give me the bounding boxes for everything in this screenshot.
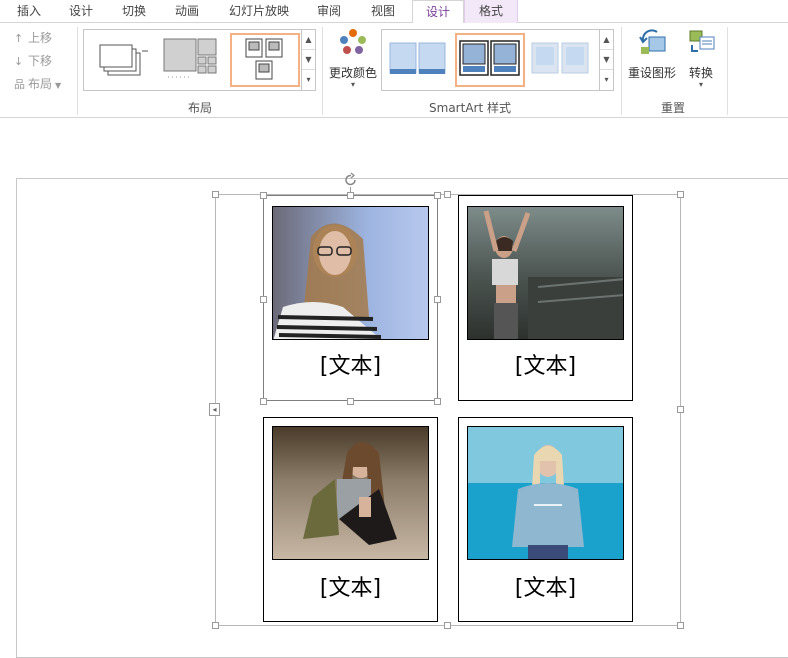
- smartart-card-4[interactable]: [文本]: [458, 417, 633, 622]
- card-1-text[interactable]: [文本]: [264, 348, 437, 380]
- slide-canvas: ◂ [文本] [文本] [文本] [文本]: [0, 119, 788, 658]
- layout-stacked-icon: [99, 44, 148, 76]
- tab-insert[interactable]: 插入: [6, 0, 52, 23]
- resize-handle[interactable]: [347, 398, 354, 405]
- smartart-styles-gallery: ▲ ▼ ▾: [381, 29, 614, 91]
- tab-view[interactable]: 视图: [360, 0, 406, 23]
- dropdown-arrow-icon: ▾: [350, 80, 355, 89]
- layout-dropdown-label: 布局: [28, 77, 53, 91]
- resize-handle[interactable]: [212, 622, 219, 629]
- card-3-text[interactable]: [文本]: [264, 570, 437, 602]
- layout-gallery-scroll: ▲ ▼ ▾: [301, 30, 315, 90]
- resize-handle[interactable]: [434, 192, 441, 199]
- reset-group-label: 重置: [660, 101, 685, 115]
- gallery-up-button[interactable]: ▲: [302, 30, 315, 50]
- resize-handle[interactable]: [260, 296, 267, 303]
- group-separator: [322, 27, 323, 115]
- layout-gallery: ▲ ▼ ▾: [83, 29, 316, 91]
- resize-handle[interactable]: [677, 191, 684, 198]
- move-down-label: 下移: [28, 54, 53, 68]
- convert-icon: [689, 30, 715, 52]
- resize-handle[interactable]: [444, 191, 451, 198]
- resize-handle[interactable]: [444, 622, 451, 629]
- tab-review[interactable]: 审阅: [306, 0, 352, 23]
- move-down-button[interactable]: ↓ 下移: [14, 52, 52, 70]
- smartart-card-3[interactable]: [文本]: [263, 417, 438, 622]
- dropdown-arrow-icon: ▼: [55, 81, 62, 90]
- dropdown-arrow-icon: ▾: [698, 80, 703, 89]
- tab-smartart-format[interactable]: 格式: [464, 0, 518, 23]
- resize-handle[interactable]: [677, 622, 684, 629]
- group-separator: [77, 27, 78, 115]
- smartart-card-2[interactable]: [文本]: [458, 195, 633, 401]
- styles-gallery-scroll: ▲ ▼ ▾: [599, 30, 613, 90]
- org-chart-icon: 品: [14, 78, 25, 91]
- gallery-more-button[interactable]: ▾: [302, 70, 315, 90]
- style-preview-soft-icon: [531, 42, 589, 74]
- photo-placeholder-4: [468, 427, 623, 559]
- style-preview-flat-icon: [389, 42, 446, 74]
- tab-animations[interactable]: 动画: [164, 0, 210, 23]
- layout-picture-grid-icon: [245, 38, 283, 80]
- group-separator: [621, 27, 622, 115]
- gallery-down-button[interactable]: ▼: [302, 50, 315, 70]
- ribbon: ↑ 上移 ↓ 下移 品布局 ▼ ▲ ▼ ▾ 布局 更改颜色 ▾ ▲ ▼ ▾ Sm…: [0, 23, 788, 118]
- layouts-group-label: 布局: [187, 101, 212, 115]
- move-up-button[interactable]: ↑ 上移: [14, 29, 52, 47]
- photo-placeholder-1: [273, 207, 428, 339]
- style-preview-dark-icon: [459, 40, 520, 76]
- card-4-text[interactable]: [文本]: [459, 570, 632, 602]
- card-2-text[interactable]: [文本]: [459, 348, 632, 380]
- photo-placeholder-3: [273, 427, 428, 559]
- resize-handle[interactable]: [212, 191, 219, 198]
- woman-with-glasses-photo[interactable]: [272, 206, 429, 340]
- convert-label: 转换: [688, 66, 713, 80]
- reset-graphic-label: 重设图形: [627, 66, 676, 80]
- style-option-2[interactable]: [455, 33, 525, 87]
- change-colors-label: 更改颜色: [328, 66, 377, 80]
- convert-button[interactable]: 转换 ▾: [682, 27, 720, 89]
- styles-group-label: SmartArt 样式: [429, 101, 511, 115]
- ribbon-tab-bar: 插入 设计 切换 动画 幻灯片放映 审阅 视图 设计 格式: [0, 0, 788, 24]
- gallery-down-button[interactable]: ▼: [600, 50, 613, 70]
- resize-handle[interactable]: [260, 398, 267, 405]
- resize-handle[interactable]: [347, 192, 354, 199]
- photo-placeholder-2: [468, 207, 623, 339]
- tab-transitions[interactable]: 切换: [111, 0, 157, 23]
- layout-option-picture-grid[interactable]: [230, 33, 300, 87]
- tab-smartart-design[interactable]: 设计: [412, 0, 464, 24]
- reset-graphic-icon: [639, 29, 666, 54]
- arrow-up-icon: ↑: [14, 32, 24, 45]
- color-palette-icon: [340, 29, 366, 54]
- style-option-3[interactable]: [528, 33, 598, 87]
- smartart-card-1[interactable]: [文本]: [263, 195, 438, 401]
- tab-design[interactable]: 设计: [58, 0, 104, 23]
- layout-option-stacked[interactable]: [90, 33, 160, 87]
- group-separator: [727, 27, 728, 115]
- resize-handle[interactable]: [677, 406, 684, 413]
- style-option-1[interactable]: [384, 33, 450, 87]
- gallery-more-button[interactable]: ▾: [600, 70, 613, 90]
- text-pane-toggle-button[interactable]: ◂: [209, 403, 220, 416]
- woman-stretching-photo[interactable]: [467, 206, 624, 340]
- woman-sitting-photo[interactable]: [272, 426, 429, 560]
- resize-handle[interactable]: [434, 398, 441, 405]
- woman-blue-sweater-photo[interactable]: [467, 426, 624, 560]
- layout-option-grid[interactable]: [160, 33, 230, 87]
- change-colors-button[interactable]: 更改颜色 ▾: [326, 27, 380, 89]
- arrow-down-icon: ↓: [14, 55, 24, 68]
- layout-grid-icon: [163, 38, 217, 78]
- reset-graphic-button[interactable]: 重设图形: [624, 27, 680, 81]
- gallery-up-button[interactable]: ▲: [600, 30, 613, 50]
- move-up-label: 上移: [28, 31, 53, 45]
- rotate-handle-icon[interactable]: [343, 172, 359, 188]
- resize-handle[interactable]: [434, 296, 441, 303]
- resize-handle[interactable]: [260, 192, 267, 199]
- layout-dropdown-button[interactable]: 品布局 ▼: [14, 75, 61, 93]
- tab-slideshow[interactable]: 幻灯片放映: [222, 0, 296, 23]
